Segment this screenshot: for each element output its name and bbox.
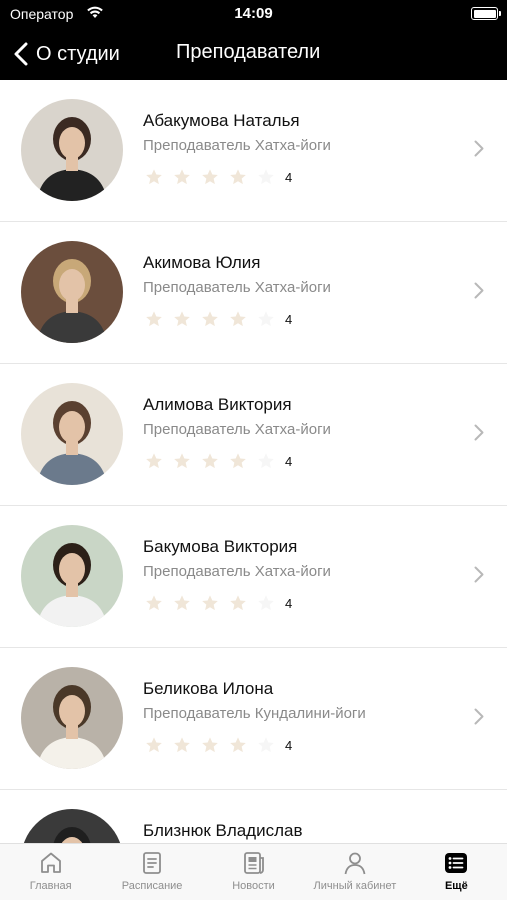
teacher-avatar — [21, 525, 123, 627]
star-icon — [146, 595, 162, 611]
chevron-left-icon — [14, 42, 28, 66]
star-icon — [230, 737, 246, 753]
star-icon — [258, 311, 274, 327]
teacher-name: Бакумова Виктория — [143, 537, 298, 556]
tab-label: Главная — [29, 880, 72, 892]
chevron-right-icon — [474, 282, 484, 304]
star-icon — [258, 737, 274, 753]
back-label: О студии — [36, 42, 120, 65]
teacher-row[interactable]: Близнюк Владислав — [0, 790, 507, 843]
tab-person[interactable]: Личный кабинет — [304, 844, 405, 900]
news-icon — [203, 850, 304, 876]
teacher-row[interactable]: Беликова Илона Преподаватель Кундалини-йо… — [0, 648, 507, 790]
teacher-rating: 4 — [145, 736, 292, 754]
person-icon — [304, 850, 405, 876]
star-icon — [258, 169, 274, 185]
navigation-bar: О студии Преподаватели — [0, 28, 507, 80]
star-icon — [230, 311, 246, 327]
rating-value: 4 — [285, 737, 293, 753]
star-icon — [146, 737, 162, 753]
teachers-list[interactable]: Абакумова Наталья Преподаватель Хатха-йог… — [0, 80, 507, 843]
status-bar: Оператор 14:09 — [0, 0, 507, 28]
star-icon — [202, 169, 218, 185]
rating-value: 4 — [285, 169, 293, 185]
star-icon — [146, 169, 162, 185]
tab-list[interactable]: Ещё — [406, 844, 507, 900]
star-icon — [202, 595, 218, 611]
star-icon — [202, 453, 218, 469]
star-icon — [174, 453, 190, 469]
star-icon — [230, 169, 246, 185]
tab-bar: Главная Расписание Новости Личный кабинет Ещ… — [0, 843, 507, 900]
clock: 14:09 — [234, 5, 273, 22]
chevron-right-icon — [474, 140, 484, 162]
teacher-role: Преподаватель Хатха-йоги — [143, 137, 331, 154]
star-icon — [258, 595, 274, 611]
star-icon — [230, 595, 246, 611]
teacher-row[interactable]: Абакумова Наталья Преподаватель Хатха-йог… — [0, 80, 507, 222]
rating-value: 4 — [285, 311, 293, 327]
teacher-name: Близнюк Владислав — [143, 821, 303, 840]
teacher-name: Алимова Виктория — [143, 395, 292, 414]
teacher-name: Акимова Юлия — [143, 253, 261, 272]
back-button[interactable]: О студии — [14, 40, 120, 68]
star-icon — [174, 595, 190, 611]
teacher-avatar — [21, 383, 123, 485]
teacher-name: Беликова Илона — [143, 679, 274, 698]
tab-schedule[interactable]: Расписание — [101, 844, 202, 900]
star-icon — [174, 311, 190, 327]
teacher-role: Преподаватель Хатха-йоги — [143, 563, 331, 580]
teacher-row[interactable]: Акимова Юлия Преподаватель Хатха-йоги 4 — [0, 222, 507, 364]
star-icon — [146, 453, 162, 469]
teacher-rating: 4 — [145, 452, 292, 470]
teacher-rating: 4 — [145, 310, 292, 328]
rating-value: 4 — [285, 453, 293, 469]
teacher-rating: 4 — [145, 168, 292, 186]
tab-label: Личный кабинет — [313, 880, 397, 892]
teacher-name: Абакумова Наталья — [143, 111, 300, 130]
page-title: Преподаватели — [176, 41, 321, 63]
tab-home[interactable]: Главная — [0, 844, 101, 900]
teacher-avatar — [21, 667, 123, 769]
star-icon — [146, 311, 162, 327]
tab-label: Ещё — [444, 880, 468, 892]
teacher-row[interactable]: Алимова Виктория Преподаватель Хатха-йоги… — [0, 364, 507, 506]
star-icon — [174, 169, 190, 185]
chevron-right-icon — [474, 708, 484, 730]
star-icon — [174, 737, 190, 753]
teacher-avatar — [21, 241, 123, 343]
rating-value: 4 — [285, 595, 293, 611]
home-icon — [0, 850, 101, 876]
tab-label: Новости — [232, 880, 275, 892]
teacher-avatar — [21, 809, 123, 843]
chevron-right-icon — [474, 424, 484, 446]
battery-icon — [471, 7, 501, 20]
star-icon — [202, 311, 218, 327]
schedule-icon — [101, 850, 202, 876]
star-icon — [258, 453, 274, 469]
tab-news[interactable]: Новости — [203, 844, 304, 900]
tab-label: Расписание — [121, 880, 183, 892]
teacher-role: Преподаватель Хатха-йоги — [143, 421, 331, 438]
teacher-row[interactable]: Бакумова Виктория Преподаватель Хатха-йог… — [0, 506, 507, 648]
teacher-role: Преподаватель Хатха-йоги — [143, 279, 331, 296]
teacher-avatar — [21, 99, 123, 201]
teacher-rating: 4 — [145, 594, 292, 612]
star-icon — [230, 453, 246, 469]
star-icon — [202, 737, 218, 753]
teacher-role: Преподаватель Кундалини-йоги — [143, 705, 366, 722]
list-icon — [406, 850, 507, 876]
chevron-right-icon — [474, 566, 484, 588]
